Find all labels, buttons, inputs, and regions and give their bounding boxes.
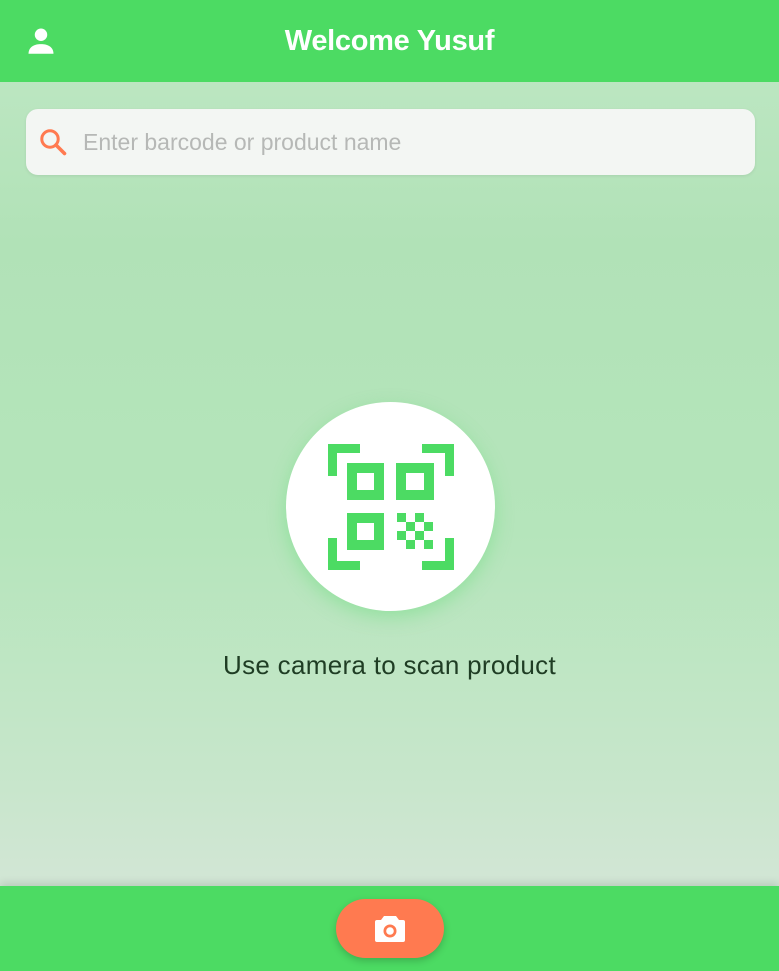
search-bar — [26, 109, 755, 175]
scan-button[interactable] — [286, 402, 495, 611]
person-icon — [28, 28, 54, 54]
page-title: Welcome Yusuf — [284, 24, 495, 57]
app-screen: Welcome Yusuf Enter barcode or product n… — [0, 0, 779, 971]
search-input[interactable] — [83, 128, 723, 156]
camera-button[interactable] — [335, 899, 444, 958]
search-icon — [38, 127, 68, 157]
camera-icon — [374, 915, 405, 942]
profile-button[interactable] — [21, 21, 61, 61]
top-app-bar: Welcome Yusuf — [0, 0, 779, 82]
scan-caption: Use camera to scan product — [223, 650, 556, 680]
bottom-bar — [0, 886, 779, 971]
qr-code-scan-icon — [327, 443, 454, 570]
